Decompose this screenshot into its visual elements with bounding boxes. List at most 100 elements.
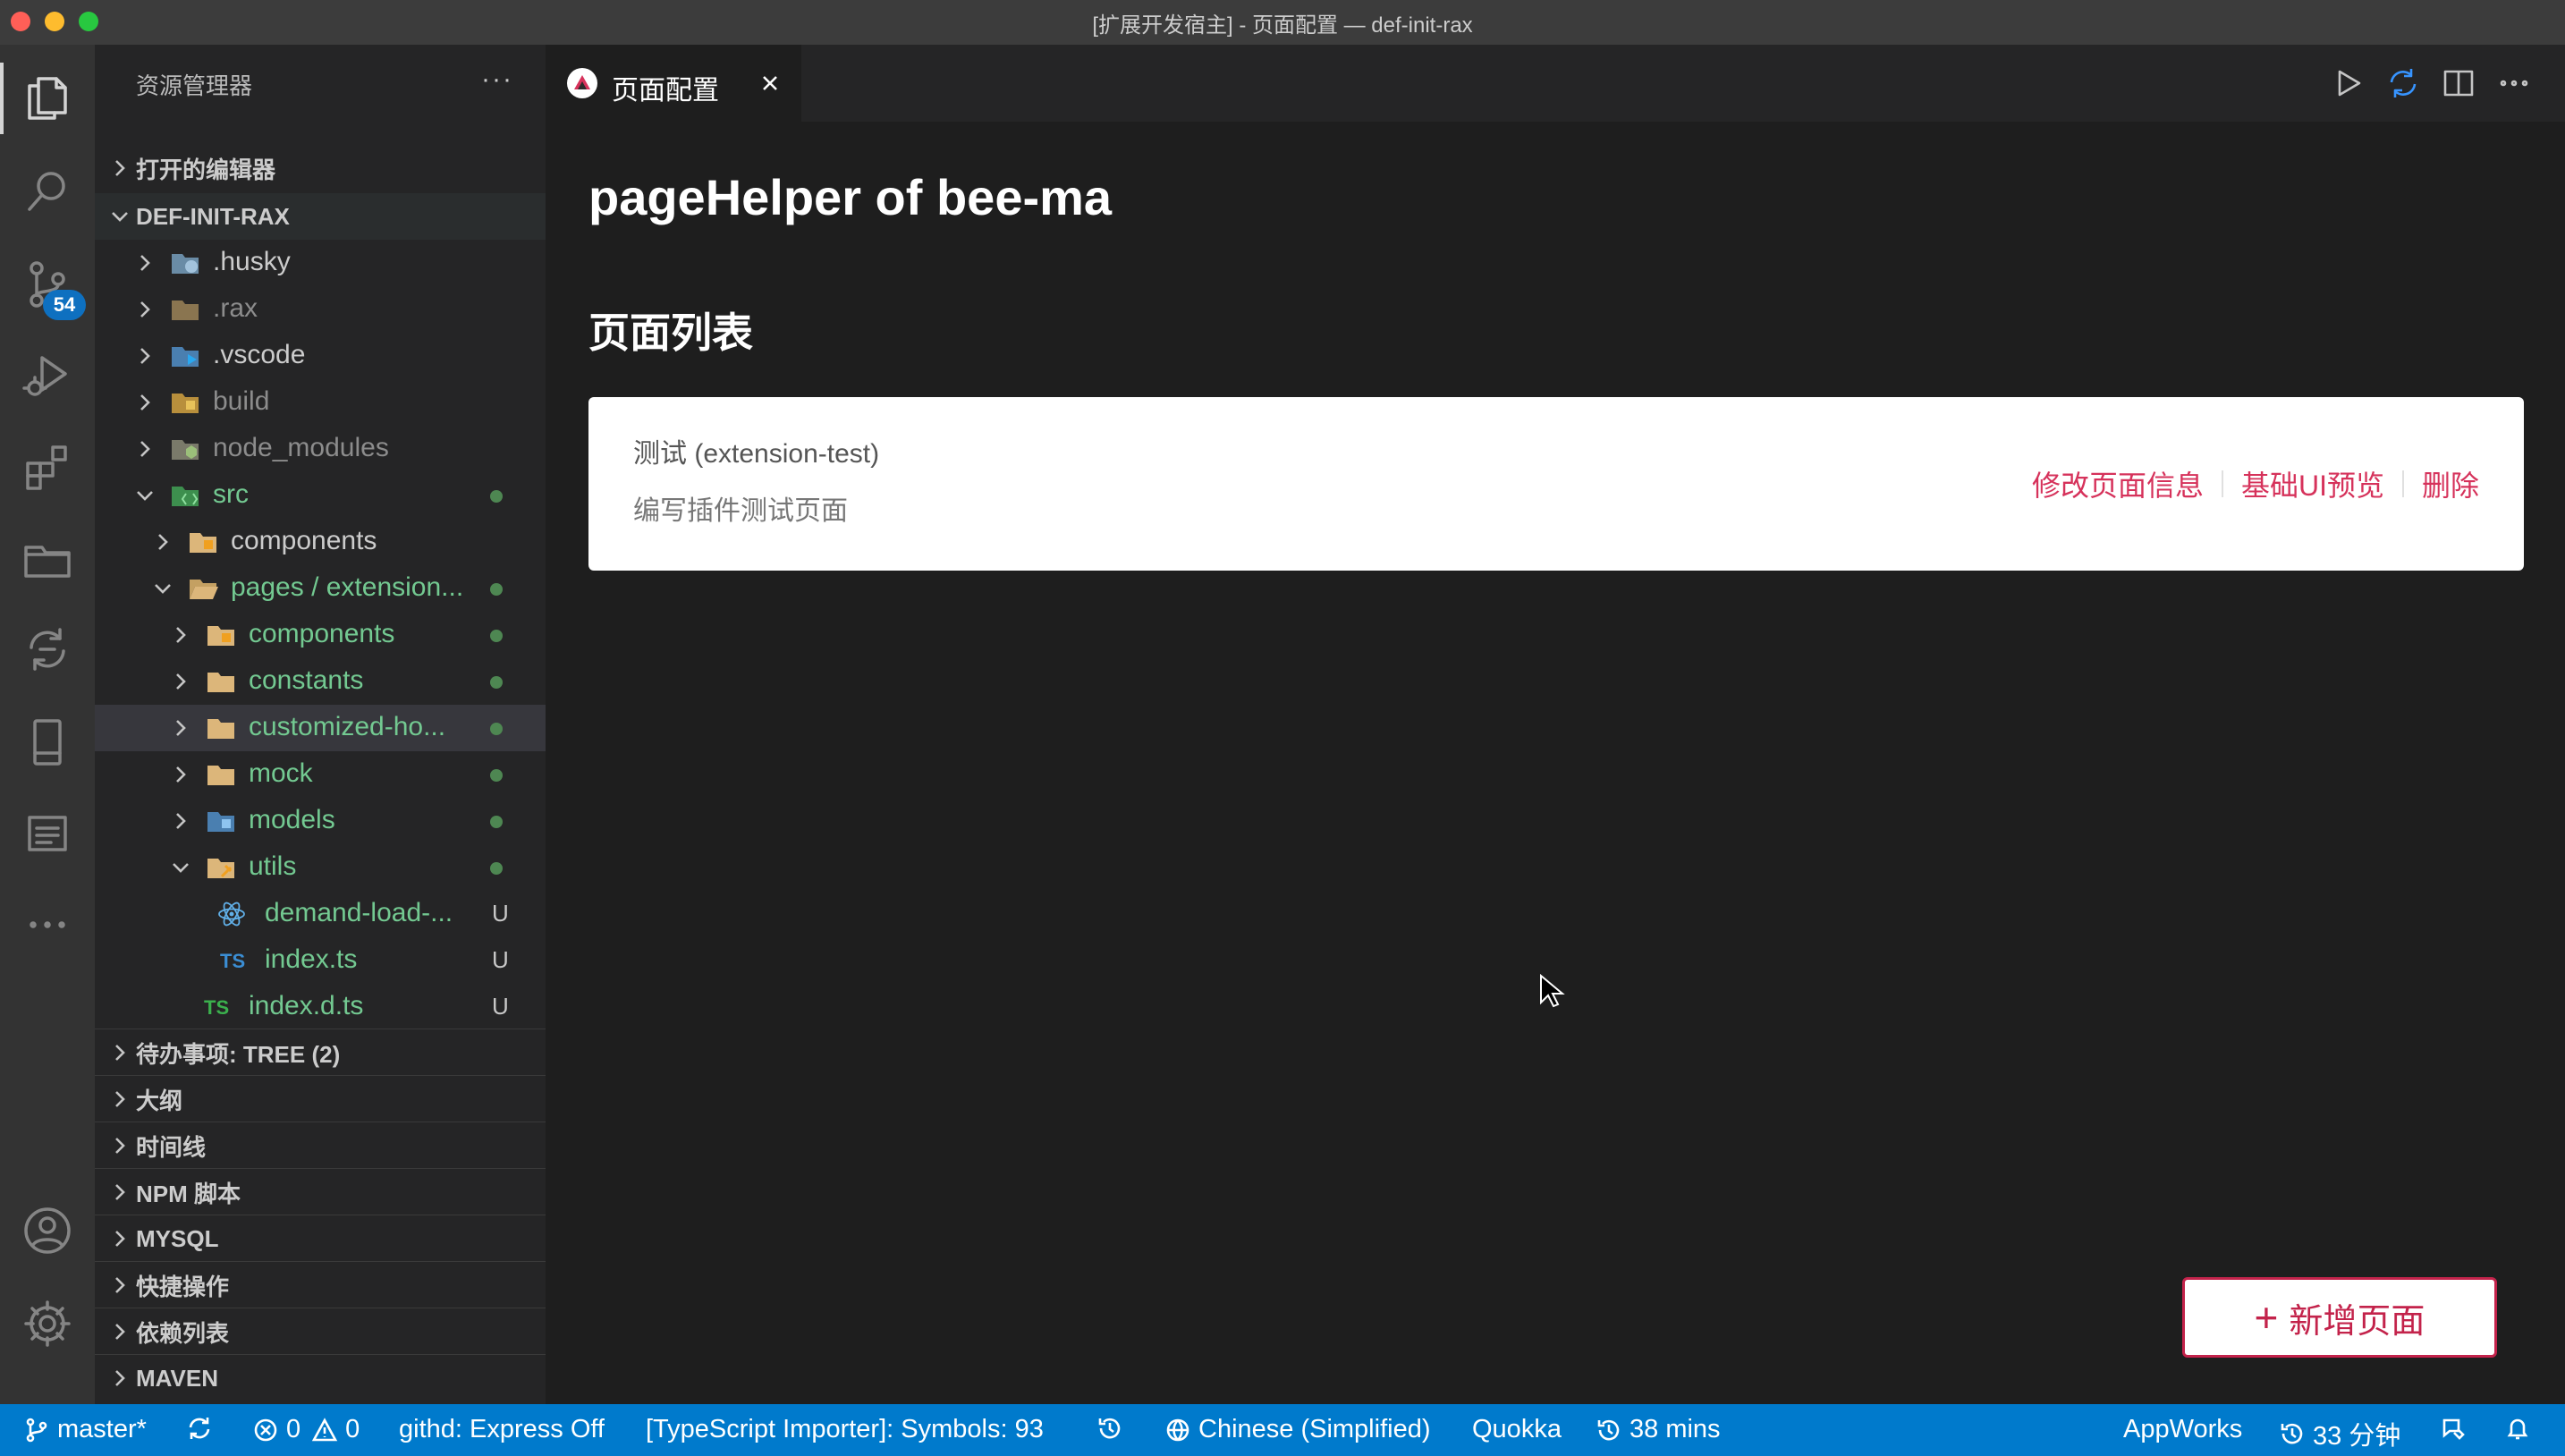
tree-item-demand-load[interactable]: demand-load-... U [95, 891, 546, 937]
tree-item-rax[interactable]: .rax [95, 286, 546, 333]
section-label: NPM 脚本 [136, 1180, 241, 1207]
outline-section[interactable]: 大纲 [95, 1075, 546, 1122]
vscode-folder-icon [172, 347, 199, 367]
git-branch-item[interactable]: master* [23, 1415, 147, 1444]
basic-ui-preview-link[interactable]: 基础UI预览 [2241, 463, 2384, 504]
edit-page-info-link[interactable]: 修改页面信息 [2032, 463, 2204, 504]
open-editors-section[interactable]: 打开的编辑器 [95, 145, 546, 191]
manage-button[interactable] [0, 1288, 95, 1359]
tree-item-mock[interactable]: mock [95, 751, 546, 798]
chevron-right-icon [107, 1319, 132, 1344]
chevron-right-icon [107, 1087, 132, 1112]
git-status-dot [490, 676, 503, 689]
src-folder-icon [172, 487, 199, 506]
title-bar: [扩展开发宿主] - 页面配置 — def-init-rax [0, 0, 2565, 45]
more-views-button[interactable] [0, 889, 95, 961]
scm-count-badge: 54 [43, 290, 86, 320]
tree-item-utils[interactable]: utils [95, 844, 546, 891]
appworks-item[interactable]: AppWorks [2123, 1415, 2242, 1444]
build-folder-icon [172, 394, 199, 413]
tree-item-components-nested[interactable]: components [95, 612, 546, 658]
delete-link[interactable]: 删除 [2422, 463, 2479, 504]
githd-label: githd: Express Off [399, 1415, 605, 1443]
outline-view-button[interactable] [0, 798, 95, 869]
search-button[interactable] [0, 156, 95, 227]
tree-item-label: build [213, 386, 270, 416]
history-button[interactable] [1096, 1415, 1130, 1442]
tree-item-pages-extension[interactable]: pages / extension... [95, 565, 546, 612]
git-status-dot [490, 816, 503, 828]
todo-tree-section[interactable]: 待办事项: TREE (2) [95, 1029, 546, 1076]
tree-item-vscode[interactable]: .vscode [95, 333, 546, 379]
accounts-button[interactable] [0, 1195, 95, 1266]
warning-icon [311, 1417, 338, 1441]
timeline-section[interactable]: 时间线 [95, 1122, 546, 1169]
section-label: 打开的编辑器 [136, 156, 276, 183]
tree-item-src[interactable]: src [95, 472, 546, 519]
quokka-item[interactable]: Quokka [1472, 1415, 1562, 1444]
git-status-untracked: U [492, 946, 509, 973]
project-section[interactable]: DEF-INIT-RAX [95, 193, 546, 240]
language-item[interactable]: Chinese (Simplified) [1164, 1415, 1431, 1444]
tree-item-customized-hooks[interactable]: customized-ho... [95, 705, 546, 751]
explorer-header: 资源管理器 ··· [95, 45, 546, 123]
dependencies-section[interactable]: 依赖列表 [95, 1308, 546, 1355]
panel-view-button[interactable] [0, 707, 95, 778]
githd-item[interactable]: githd: Express Off [399, 1415, 605, 1444]
minimize-window-button[interactable] [45, 12, 64, 31]
typescript-importer-item[interactable]: [TypeScript Importer]: Symbols: 93 [646, 1415, 1044, 1444]
tree-item-node-modules[interactable]: node_modules [95, 426, 546, 472]
window-title: [扩展开发宿主] - 页面配置 — def-init-rax [1092, 13, 1473, 38]
tree-item-build[interactable]: build [95, 379, 546, 426]
chevron-right-icon [168, 808, 193, 834]
git-diff-button[interactable] [0, 614, 95, 685]
close-icon[interactable] [757, 70, 783, 97]
coding-time-item[interactable]: 33 分钟 [2279, 1415, 2400, 1452]
source-control-button[interactable]: 54 [0, 249, 95, 320]
editor-more-button[interactable] [2495, 64, 2533, 102]
chevron-right-icon [132, 343, 157, 368]
chevron-right-icon [132, 250, 157, 275]
status-bar: master* 0 0 githd: Express Off [TypeScri… [0, 1404, 2565, 1456]
zoom-window-button[interactable] [79, 12, 98, 31]
split-editor-button[interactable] [2440, 64, 2477, 102]
run-button[interactable] [2329, 64, 2366, 102]
chevron-down-icon [168, 855, 193, 880]
files-icon [28, 77, 67, 120]
tree-item-constants[interactable]: constants [95, 658, 546, 705]
extensions-button[interactable] [0, 431, 95, 503]
warning-count: 0 [345, 1415, 360, 1443]
tree-item-components[interactable]: components [95, 519, 546, 565]
list-icon [28, 816, 67, 851]
tree-item-models[interactable]: models [95, 798, 546, 844]
add-page-button[interactable]: + 新增页面 [2182, 1277, 2497, 1358]
git-status-untracked: U [492, 993, 509, 1020]
search-icon [28, 172, 65, 211]
git-status-dot [490, 583, 503, 596]
quokka-label: Quokka [1472, 1415, 1562, 1443]
explorer-more-button[interactable]: ··· [481, 64, 513, 95]
problems-item[interactable]: 0 0 [252, 1415, 360, 1444]
git-diff-toggle-button[interactable] [2384, 64, 2422, 102]
section-label: MAVEN [136, 1364, 218, 1392]
notifications-button[interactable] [2504, 1415, 2538, 1442]
tree-item-husky[interactable]: .husky [95, 240, 546, 286]
npm-scripts-section[interactable]: NPM 脚本 [95, 1168, 546, 1215]
mysql-section[interactable]: MYSQL [95, 1215, 546, 1262]
run-debug-button[interactable] [0, 340, 95, 411]
folders-button[interactable] [0, 522, 95, 594]
time-tracker-item[interactable]: 38 mins [1596, 1415, 1721, 1444]
tree-item-index-ts[interactable]: TS index.ts U [95, 937, 546, 984]
sync-button[interactable] [186, 1415, 220, 1442]
quick-actions-section[interactable]: 快捷操作 [95, 1261, 546, 1308]
chevron-right-icon [168, 669, 193, 694]
tree-item-index-d-ts[interactable]: TS index.d.ts U [95, 984, 546, 1030]
explorer-button[interactable] [0, 63, 95, 134]
close-window-button[interactable] [11, 12, 30, 31]
maven-section[interactable]: MAVEN [95, 1354, 546, 1401]
feedback-button[interactable] [2440, 1415, 2474, 1442]
tree-item-label: index.d.ts [249, 991, 364, 1020]
globe-icon [1166, 1418, 1189, 1441]
tab-page-config[interactable]: 页面配置 [546, 45, 801, 122]
chevron-right-icon [107, 1226, 132, 1251]
